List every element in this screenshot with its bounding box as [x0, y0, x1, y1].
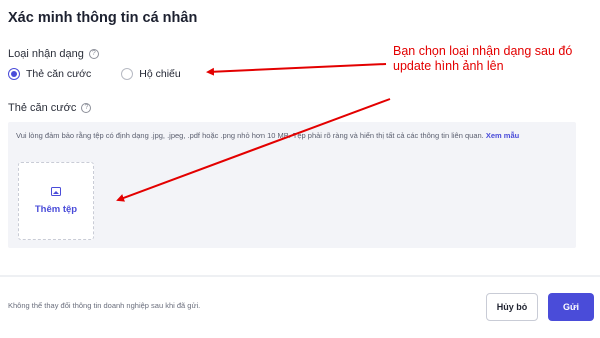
sample-link[interactable]: Xem mẫu — [486, 131, 519, 140]
radio-unchecked-icon — [121, 68, 134, 80]
id-type-radio-group: Thẻ căn cước Hộ chiếu — [8, 68, 181, 80]
radio-checked-icon — [8, 68, 20, 80]
radio-passport-label: Hộ chiếu — [139, 68, 181, 80]
page-title: Xác minh thông tin cá nhân — [8, 10, 198, 26]
upload-hint-text: Vui lòng đảm bảo rằng tệp có định dạng .… — [16, 131, 484, 140]
add-file-label: Thêm tệp — [34, 204, 78, 215]
add-file-button[interactable]: Thêm tệp — [18, 162, 94, 240]
annotation-text: Bạn chọn loại nhận dạng sau đó update hì… — [393, 44, 573, 73]
submit-button[interactable]: Gửi — [548, 293, 594, 321]
footer-bar: Không thể thay đổi thông tin doanh nghiệ… — [0, 277, 600, 338]
verification-card: Xác minh thông tin cá nhân Loại nhận dạn… — [0, 0, 600, 275]
radio-passport[interactable]: Hộ chiếu — [121, 68, 181, 80]
help-icon[interactable]: ? — [81, 103, 92, 113]
upload-hint: Vui lòng đảm bảo rằng tệp có định dạng .… — [16, 130, 576, 141]
id-type-label-row: Loại nhận dạng ? — [8, 48, 99, 60]
id-type-label: Loại nhận dạng — [8, 48, 84, 60]
footer-note: Không thể thay đổi thông tin doanh nghiệ… — [8, 301, 201, 310]
radio-id-card-label: Thẻ căn cước — [26, 68, 92, 80]
id-card-label-row: Thẻ căn cước ? — [8, 102, 92, 114]
cancel-button[interactable]: Hủy bỏ — [486, 293, 538, 321]
image-icon — [51, 187, 61, 196]
radio-id-card[interactable]: Thẻ căn cước — [8, 68, 91, 80]
upload-section: Vui lòng đảm bảo rằng tệp có định dạng .… — [8, 122, 576, 248]
help-icon[interactable]: ? — [88, 49, 99, 59]
id-card-label: Thẻ căn cước — [8, 102, 77, 114]
